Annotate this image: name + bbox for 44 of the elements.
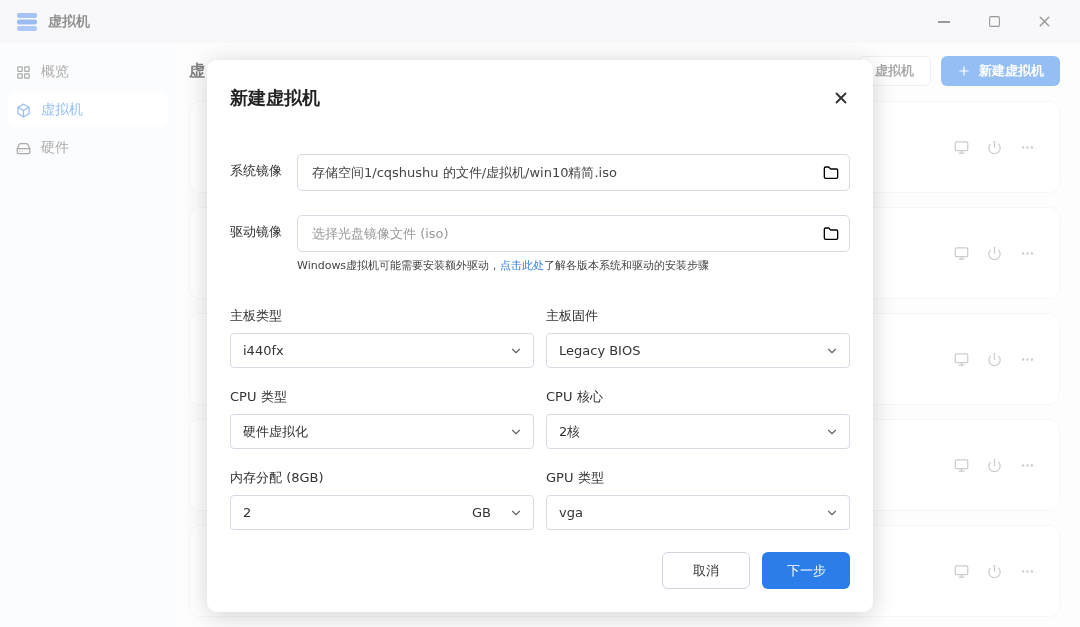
file-path-input[interactable]: 选择光盘镜像文件 (iso) <box>310 225 823 242</box>
field-label: 内存分配 (8GB) <box>230 469 325 487</box>
field-label: GPU 类型 <box>546 469 605 487</box>
plus-icon <box>957 64 971 78</box>
select-field[interactable]: vga <box>546 495 850 530</box>
power-icon[interactable] <box>987 457 1002 473</box>
monitor-icon[interactable] <box>954 245 969 261</box>
minus-icon <box>938 20 950 23</box>
window-title: 虚拟机 <box>48 12 91 31</box>
folder-icon[interactable] <box>823 164 839 181</box>
grid-icon <box>16 64 31 80</box>
cube-icon <box>16 102 31 118</box>
cancel-button[interactable]: 取消 <box>662 552 750 589</box>
file-field[interactable]: 选择光盘镜像文件 (iso) <box>297 215 850 252</box>
field-label: 驱动镜像 <box>230 223 283 241</box>
page-heading: 虚 <box>189 60 206 82</box>
select-field[interactable]: 2核 <box>546 414 850 449</box>
square-icon <box>987 15 1001 28</box>
file-path-input[interactable]: 存储空间1/cqshushu 的文件/虚拟机/win10精简.iso <box>310 164 823 181</box>
monitor-icon[interactable] <box>954 139 969 155</box>
power-icon[interactable] <box>987 351 1002 367</box>
field-label: 主板固件 <box>546 307 599 325</box>
power-icon[interactable] <box>987 563 1002 579</box>
hint-text: Windows虚拟机可能需要安装额外驱动，点击此处了解各版本系统和驱动的安装步骤 <box>297 258 711 273</box>
field-label: CPU 核心 <box>546 388 604 406</box>
monitor-icon[interactable] <box>954 563 969 579</box>
select-field[interactable]: Legacy BIOS <box>546 333 850 368</box>
file-field[interactable]: 存储空间1/cqshushu 的文件/虚拟机/win10精简.iso <box>297 154 850 191</box>
select-field[interactable]: 2 GB <box>230 495 534 530</box>
folder-icon[interactable] <box>823 225 839 242</box>
drive-icon <box>16 140 31 156</box>
field-label: 主板类型 <box>230 307 283 325</box>
server-stack-icon <box>16 11 38 32</box>
select-field[interactable]: i440fx <box>230 333 534 368</box>
monitor-icon[interactable] <box>954 351 969 367</box>
field-label: 系统镜像 <box>230 162 283 180</box>
monitor-icon[interactable] <box>954 457 969 473</box>
power-icon[interactable] <box>987 245 1002 261</box>
dialog-title: 新建虚拟机 <box>230 86 320 110</box>
select-field[interactable]: 硬件虚拟化 <box>230 414 534 449</box>
power-icon[interactable] <box>987 139 1002 155</box>
field-label: CPU 类型 <box>230 388 288 406</box>
help-link[interactable]: 点击此处 <box>500 259 545 272</box>
next-button[interactable]: 下一步 <box>762 552 850 589</box>
